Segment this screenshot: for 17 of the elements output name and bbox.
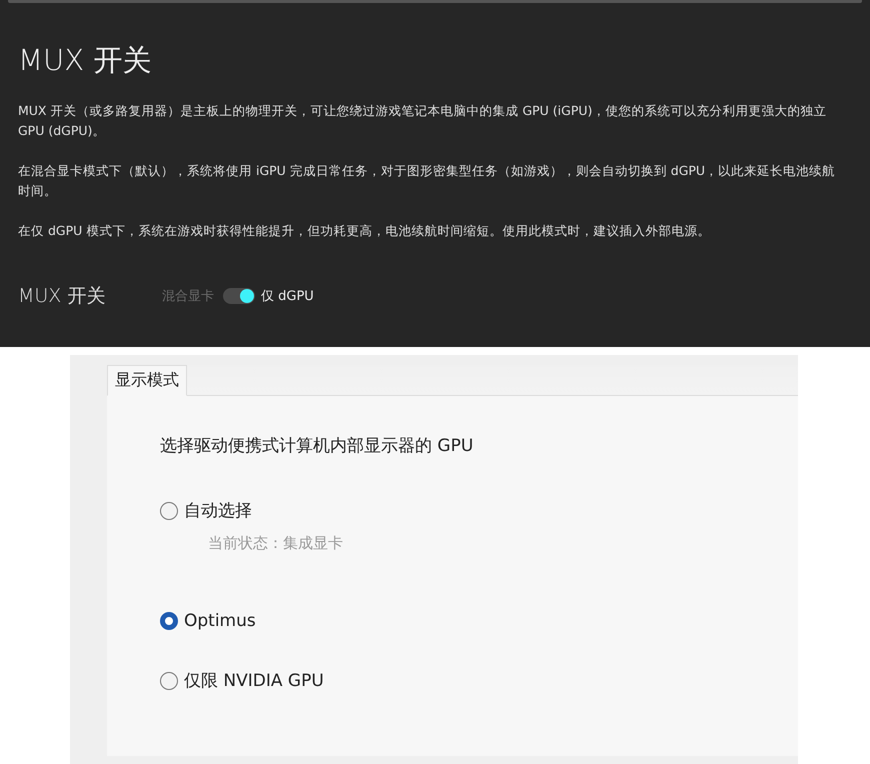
radio-button[interactable] bbox=[160, 502, 178, 520]
section-title: MUX 开关 bbox=[18, 42, 152, 79]
description-paragraph: MUX 开关（或多路复用器）是主板上的物理开关，可让您绕过游戏笔记本电脑中的集成 GPU (iGPU)，使您的系统可以充分利用更强大的独立 GPU (dGPU)。 bbox=[18, 102, 828, 140]
radio-button[interactable] bbox=[160, 612, 178, 630]
status-text: 当前状态：集成显卡 bbox=[208, 534, 344, 553]
tab[interactable]: 显示模式 bbox=[107, 365, 187, 396]
radio-label[interactable]: Optimus bbox=[184, 611, 256, 631]
toggle-on-label: 仅 dGPU bbox=[261, 288, 314, 305]
radio-label[interactable]: 仅限 NVIDIA GPU bbox=[184, 669, 324, 692]
radio-button[interactable] bbox=[160, 672, 178, 690]
setting-label: MUX 开关 bbox=[18, 284, 106, 309]
radio-label[interactable]: 自动选择 bbox=[184, 499, 252, 522]
toggle-off-label: 混合显卡 bbox=[162, 288, 214, 305]
description-paragraph: 在仅 dGPU 模式下，系统在游戏时获得性能提升，但功耗更高，电池续航时间缩短。使用此模式时，建议插入外部电源。 bbox=[18, 222, 712, 240]
description-paragraph: 在混合显卡模式下（默认），系统将使用 iGPU 完成日常任务，对于图形密集型任务（如游戏），则会自动切换到 dGPU，以此来延长电池续航时间。 bbox=[18, 162, 836, 200]
toggle-switch[interactable] bbox=[223, 288, 255, 304]
dialog-heading: 选择驱动便携式计算机内部显示器的 GPU bbox=[160, 435, 474, 457]
